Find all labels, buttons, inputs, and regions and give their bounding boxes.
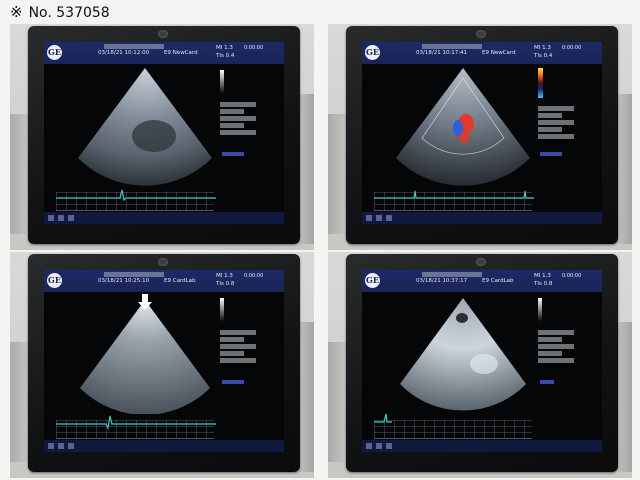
ultrasound-screen: GE 03/18/21 10:37:17 E9 CardLab MI 1.3 T…: [362, 270, 602, 452]
monitor-bezel: GE 03/18/21 10:37:17 E9 CardLab MI 1.3 T…: [346, 254, 618, 472]
ultrasound-sector-image: [76, 294, 214, 414]
thermal-index: TIs 0.4: [216, 53, 235, 59]
ultrasound-screen: GE 03/18/21 10:25:10 E9 CardLab MI 1.3 T…: [44, 270, 284, 452]
mechanical-index: MI 1.3: [216, 45, 233, 51]
parameter-list: [220, 328, 276, 365]
redacted-patient-name: [104, 44, 164, 49]
timeline-grid: [56, 192, 214, 211]
settings-icon: [376, 443, 382, 449]
image-number: No. 537058: [28, 5, 110, 21]
probe-icon: [366, 215, 372, 221]
probe-icon: [366, 443, 372, 449]
probe-preset: E9 CardLab: [482, 278, 514, 284]
mechanical-index: MI 1.3: [534, 45, 551, 51]
exam-timestamp: 03/18/21 10:37:17: [416, 278, 468, 284]
screen-footer: [362, 212, 602, 224]
monitor-logo-icon: [158, 258, 168, 266]
reference-mark: ※: [10, 3, 23, 21]
probe-preset: E9 NewCard: [482, 50, 516, 56]
thermal-index: TIs 0.8: [216, 281, 235, 287]
archive-icon: [68, 443, 74, 449]
archive-icon: [386, 215, 392, 221]
mechanical-index: MI 1.3: [216, 273, 233, 279]
thermal-index: TIs 0.8: [534, 281, 553, 287]
screen-footer: [362, 440, 602, 452]
timeline-grid: [374, 192, 532, 211]
monitor-logo-icon: [158, 30, 168, 38]
probe-icon: [48, 215, 54, 221]
photo-panel-2: GE 03/18/21 10:17:41 E9 NewCard MI 1.3 T…: [328, 24, 632, 250]
clip-time: 0:00:00: [562, 45, 582, 51]
monitor-bezel: GE 03/18/21 10:25:10 E9 CardLab MI 1.3 T…: [28, 254, 300, 472]
measurement-box: [222, 152, 244, 156]
clip-time: 0:00:00: [562, 273, 582, 279]
screen-header: GE 03/18/21 10:25:10 E9 CardLab MI 1.3 T…: [44, 270, 284, 292]
monitor-bezel: GE 03/18/21 10:17:41 E9 NewCard MI 1.3 T…: [346, 26, 618, 244]
grayscale-bar: [220, 298, 224, 322]
ge-logo-icon: GE: [365, 45, 380, 60]
grayscale-bar: [220, 70, 224, 94]
monitor-logo-icon: [476, 258, 486, 266]
settings-icon: [376, 215, 382, 221]
screen-header: GE 03/18/21 10:12:00 E9 NewCard MI 1.3 T…: [44, 42, 284, 64]
photo-panel-1: GE 03/18/21 10:12:00 E9 NewCard MI 1.3 T…: [10, 24, 314, 250]
exam-timestamp: 03/18/21 10:12:00: [98, 50, 150, 56]
clip-time: 0:00:00: [244, 45, 264, 51]
measurement-box: [540, 380, 554, 384]
exam-timestamp: 03/18/21 10:25:10: [98, 278, 150, 284]
probe-icon: [48, 443, 54, 449]
measurement-box: [540, 152, 562, 156]
archive-icon: [68, 215, 74, 221]
ultrasound-sector-image: [394, 294, 532, 414]
parameter-list: [220, 100, 276, 137]
color-velocity-bar: [538, 68, 543, 98]
archive-icon: [386, 443, 392, 449]
measurement-box: [222, 380, 244, 384]
photo-panel-4: GE 03/18/21 10:37:17 E9 CardLab MI 1.3 T…: [328, 252, 632, 478]
redacted-patient-name: [422, 272, 482, 277]
parameter-list: [538, 328, 594, 365]
grayscale-bar: [538, 298, 542, 322]
monitor-bezel: GE 03/18/21 10:12:00 E9 NewCard MI 1.3 T…: [28, 26, 300, 244]
settings-icon: [58, 443, 64, 449]
monitor-logo-icon: [476, 30, 486, 38]
ultrasound-sector-image: [76, 66, 214, 186]
image-caption: ※ No. 537058: [10, 3, 110, 25]
exam-timestamp: 03/18/21 10:17:41: [416, 50, 468, 56]
thermal-index: TIs 0.4: [534, 53, 553, 59]
redacted-patient-name: [104, 272, 164, 277]
screen-footer: [44, 440, 284, 452]
probe-preset: E9 CardLab: [164, 278, 196, 284]
settings-icon: [58, 215, 64, 221]
ge-logo-icon: GE: [47, 273, 62, 288]
timeline-grid: [56, 420, 214, 439]
mechanical-index: MI 1.3: [534, 273, 551, 279]
redacted-patient-name: [422, 44, 482, 49]
ge-logo-icon: GE: [47, 45, 62, 60]
parameter-list: [538, 104, 594, 141]
screen-footer: [44, 212, 284, 224]
clip-time: 0:00:00: [244, 273, 264, 279]
photo-panel-3: GE 03/18/21 10:25:10 E9 CardLab MI 1.3 T…: [10, 252, 314, 478]
ge-logo-icon: GE: [365, 273, 380, 288]
ultrasound-sector-image: [394, 66, 532, 186]
probe-preset: E9 NewCard: [164, 50, 198, 56]
ultrasound-screen: GE 03/18/21 10:17:41 E9 NewCard MI 1.3 T…: [362, 42, 602, 224]
ultrasound-screen: GE 03/18/21 10:12:00 E9 NewCard MI 1.3 T…: [44, 42, 284, 224]
timeline-grid: [374, 420, 532, 439]
screen-header: GE 03/18/21 10:37:17 E9 CardLab MI 1.3 T…: [362, 270, 602, 292]
screen-header: GE 03/18/21 10:17:41 E9 NewCard MI 1.3 T…: [362, 42, 602, 64]
